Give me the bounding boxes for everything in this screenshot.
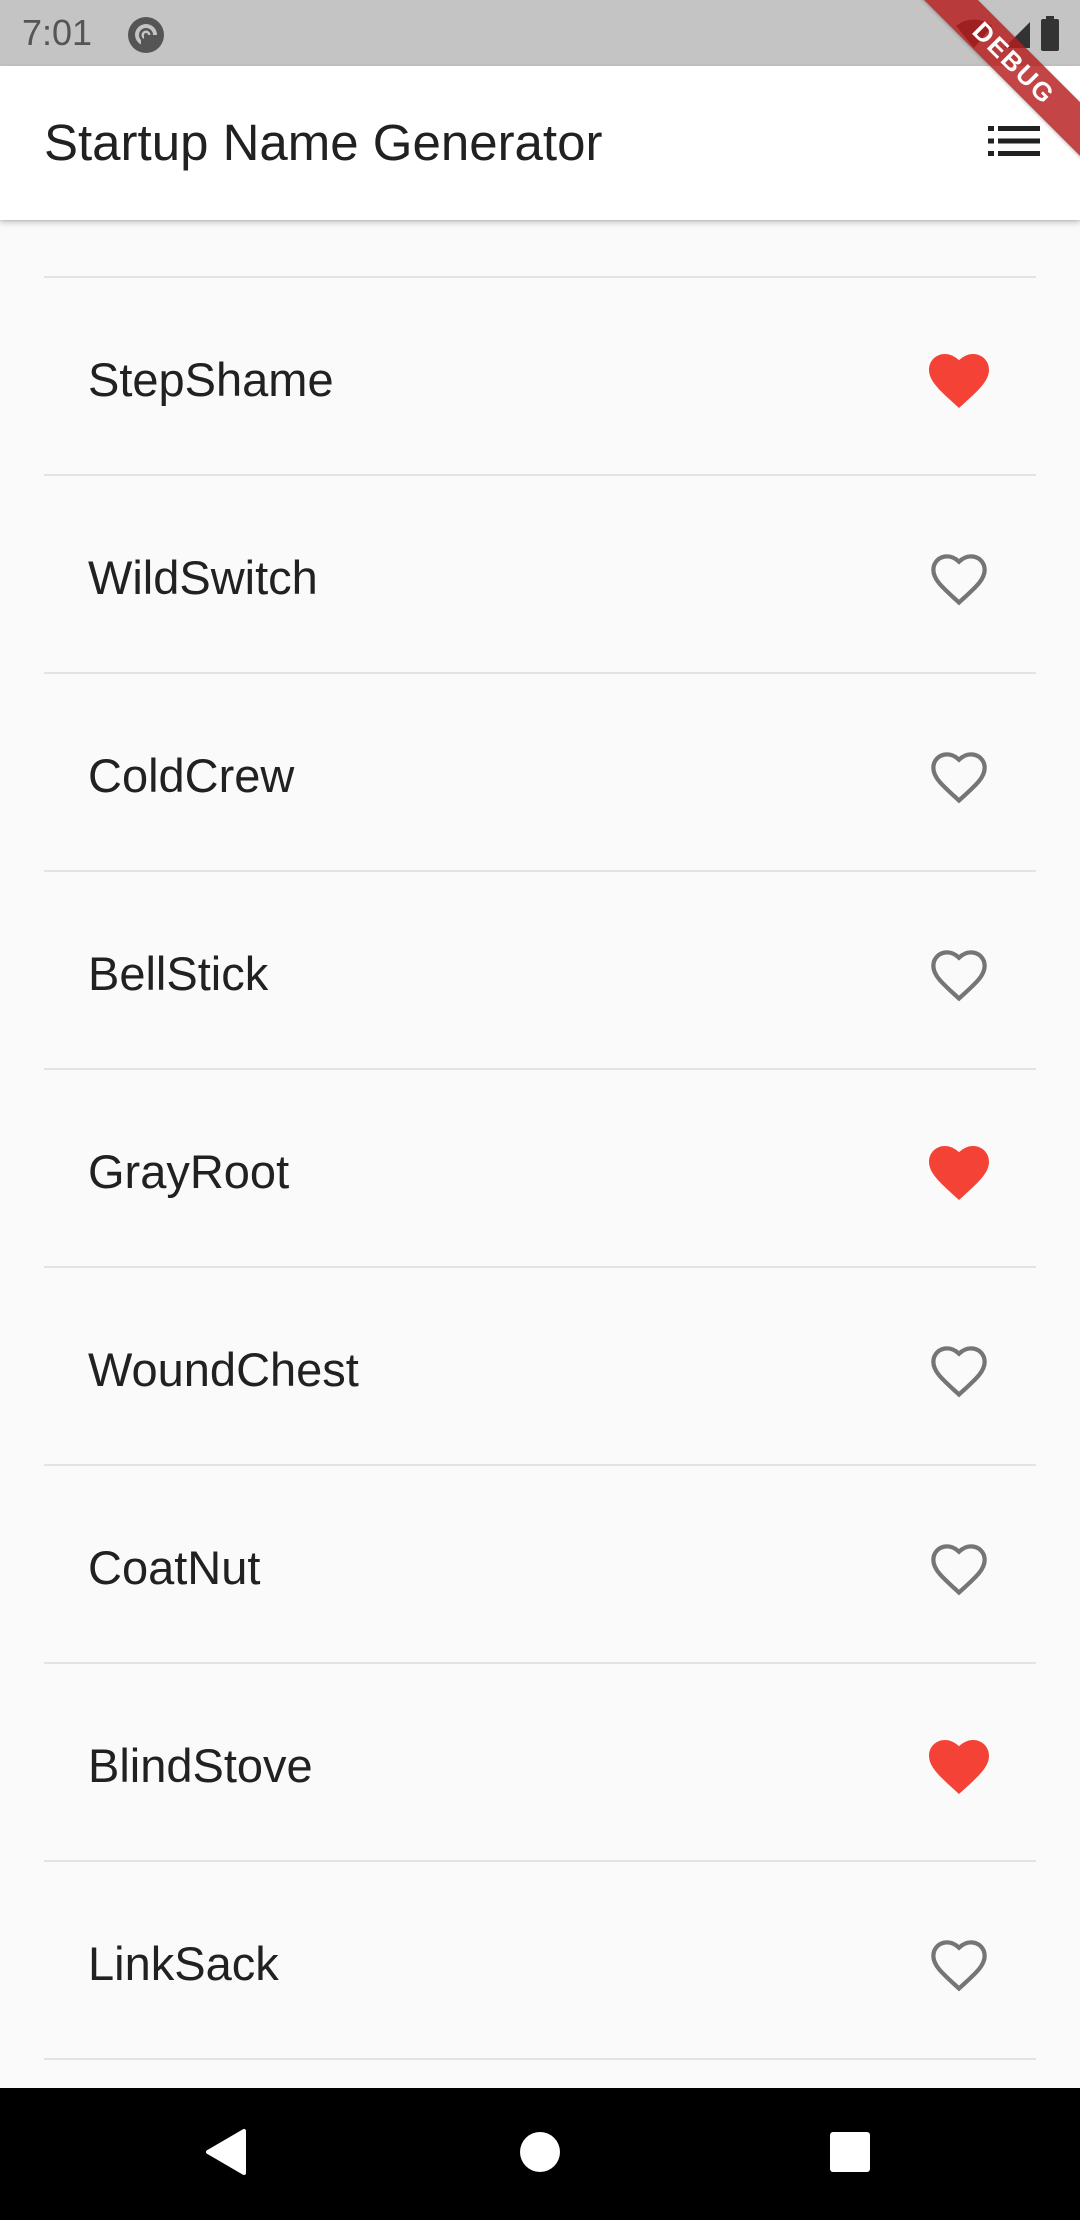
heart-outline-icon[interactable]	[928, 1542, 990, 1598]
heart-outline-icon[interactable]	[928, 1344, 990, 1400]
home-circle-icon	[518, 2130, 562, 2179]
suggestions-list[interactable]: StepShame WildSwitch ColdCrew BellStick Gray…	[0, 220, 1080, 2088]
heart-outline-icon[interactable]	[928, 948, 990, 1004]
heart-outline-icon[interactable]	[928, 750, 990, 806]
wifi-icon	[954, 18, 994, 50]
startup-name: GrayRoot	[88, 1145, 290, 1198]
recents-button[interactable]	[810, 2118, 890, 2190]
heart-filled-icon[interactable]	[928, 1146, 990, 1202]
status-bar: 7:01	[0, 0, 1080, 66]
back-triangle-icon	[204, 2128, 248, 2181]
startup-name: WildSwitch	[88, 551, 318, 604]
back-button[interactable]	[186, 2118, 266, 2190]
cell-signal-icon	[1002, 18, 1032, 50]
list-item[interactable]: BlindStove	[44, 1664, 1036, 1860]
list-item[interactable]: WildSwitch	[44, 476, 1036, 672]
startup-name: ColdCrew	[88, 749, 295, 802]
list-divider	[44, 2058, 1036, 2060]
status-icons	[954, 14, 1060, 54]
app-screen: 7:01 Startup Name Generator DEBUG StepSh…	[0, 0, 1080, 2220]
list-item[interactable]: WoundChest	[44, 1268, 1036, 1464]
startup-name: CoatNut	[88, 1541, 261, 1594]
list-item[interactable]: LinkSack	[44, 1862, 1036, 2058]
list-item[interactable]: CoatNut	[44, 1466, 1036, 1662]
pocket-casts-icon	[127, 16, 165, 54]
startup-name: StepShame	[88, 353, 334, 406]
status-time: 7:01	[22, 12, 93, 53]
startup-name: WoundChest	[88, 1343, 359, 1396]
home-button[interactable]	[500, 2118, 580, 2190]
startup-name: BellStick	[88, 947, 269, 1000]
list-item[interactable]: GrayRoot	[44, 1070, 1036, 1266]
heart-filled-icon[interactable]	[928, 1740, 990, 1796]
list-item[interactable]: StepShame	[44, 278, 1036, 474]
page-title: Startup Name Generator	[44, 114, 603, 171]
heart-filled-icon[interactable]	[928, 354, 990, 410]
heart-outline-icon[interactable]	[928, 1938, 990, 1994]
recents-square-icon	[829, 2131, 871, 2178]
list-item[interactable]: ColdCrew	[44, 674, 1036, 870]
list-icon	[988, 125, 1040, 161]
list-item[interactable]: BellStick	[44, 872, 1036, 1068]
heart-outline-icon[interactable]	[928, 552, 990, 608]
saved-list-button[interactable]	[970, 110, 1058, 176]
startup-name: LinkSack	[88, 1937, 279, 1990]
navigation-bar	[0, 2088, 1080, 2220]
battery-icon	[1040, 16, 1060, 52]
app-bar: Startup Name Generator	[0, 66, 1080, 220]
startup-name: BlindStove	[88, 1739, 313, 1792]
